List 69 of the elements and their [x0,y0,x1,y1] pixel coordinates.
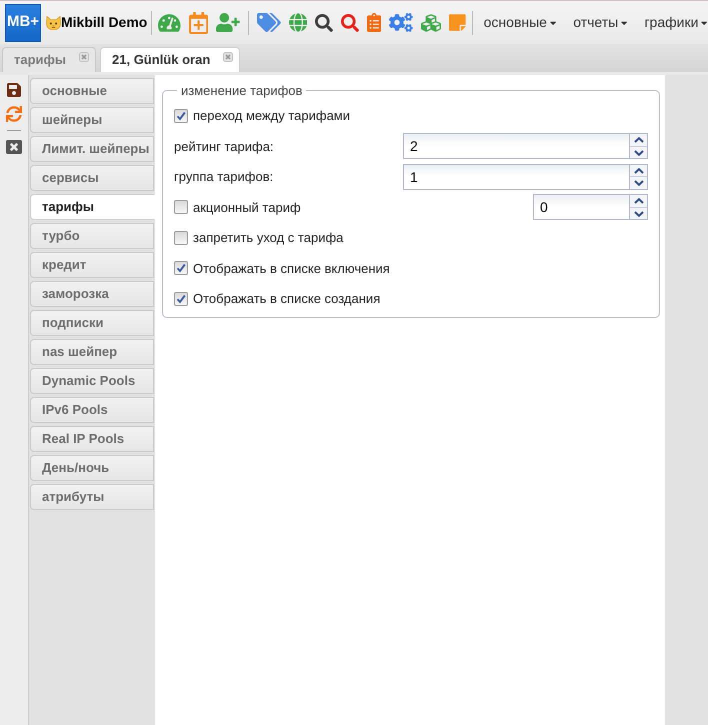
close-icon[interactable] [223,52,234,62]
checkbox[interactable] [174,200,188,214]
tags-icon[interactable] [256,13,281,32]
sidebar-tab[interactable]: турбо [30,223,154,249]
sidebar-tab[interactable]: День/ночь [30,455,154,481]
option-label: Отображать в списке создания [193,290,380,308]
tab[interactable]: 21, Günlük oran [100,47,240,72]
checkmark-icon [176,263,186,274]
save-icon[interactable] [7,82,21,98]
spin-down-button[interactable] [630,208,647,220]
logo[interactable]: MB+ [5,4,41,42]
option-label: акционный тариф [193,198,301,217]
globe-icon[interactable] [288,13,308,32]
gears-icon[interactable] [389,13,414,32]
chevron-up-icon [634,198,644,204]
sidebar-tab[interactable]: Лимит. шейперы [30,136,154,162]
sidebar-tab[interactable]: сервисы [30,165,154,191]
field-label: группа тарифов: [174,168,274,186]
speedometer-icon[interactable] [158,12,181,32]
sidebar-tab[interactable]: nas шейпер [30,339,154,365]
checkbox[interactable] [174,292,188,306]
menu-button[interactable]: отчеты [573,12,628,33]
chevron-down-icon [634,210,644,216]
fieldset-legend: изменение тарифов [177,81,306,100]
sidebar-tab[interactable]: Real IP Pools [30,426,154,452]
spin-up-button[interactable] [630,134,647,147]
checkmark-icon [176,294,186,304]
calendar-plus-icon[interactable] [188,12,208,34]
number-input[interactable]: 1 [403,164,630,190]
sidebar-tab[interactable]: тарифы [30,194,155,220]
clipboard-icon[interactable] [367,13,382,32]
sidebar-tab[interactable]: основные [30,78,154,104]
number-input[interactable]: 2 [403,133,630,160]
menu-button[interactable]: графики [644,12,708,33]
sidebar-tab[interactable]: подписки [30,310,154,336]
cubes-icon[interactable] [421,12,442,32]
spin-down-button[interactable] [630,146,647,158]
refresh-icon[interactable] [6,106,22,122]
spin-up-button[interactable] [630,164,647,178]
sidebar-tab[interactable]: заморозка [30,281,154,307]
option-label: запретить уход с тарифа [193,229,344,247]
checkbox[interactable] [174,108,188,123]
chevron-up-icon [634,168,644,174]
search-icon[interactable] [341,14,360,32]
site-title: Mikbill Demo [61,13,148,32]
chevron-down-icon [634,150,644,156]
checkmark-icon [176,110,186,121]
menu-button[interactable]: основные [484,12,556,33]
sidebar-tab[interactable]: IPv6 Pools [30,397,154,423]
sidebar-tab[interactable]: атрибуты [30,484,154,510]
spin-down-button[interactable] [630,177,647,189]
close-icon[interactable] [6,139,22,155]
chevron-up-icon [634,137,644,143]
sticky-note-icon[interactable] [449,13,466,32]
spin-up-button[interactable] [630,195,647,208]
sidebar-tab[interactable]: шейперы [30,107,154,133]
chevron-down-icon [634,180,644,186]
checkbox[interactable] [174,261,188,276]
user-plus-icon[interactable] [216,13,240,32]
option-label: переход между тарифами [193,107,350,125]
tab[interactable]: тарифы [2,47,96,72]
option-label: Отображать в списке включения [193,260,390,278]
field-label: рейтинг тарифа: [174,138,274,156]
search-icon[interactable] [315,14,334,32]
cat-face-icon [46,16,61,30]
sidebar-tab[interactable]: кредит [30,252,154,278]
number-input[interactable]: 0 [533,194,630,220]
sidebar-tab[interactable]: Dynamic Pools [30,368,154,394]
checkbox[interactable] [174,230,188,245]
